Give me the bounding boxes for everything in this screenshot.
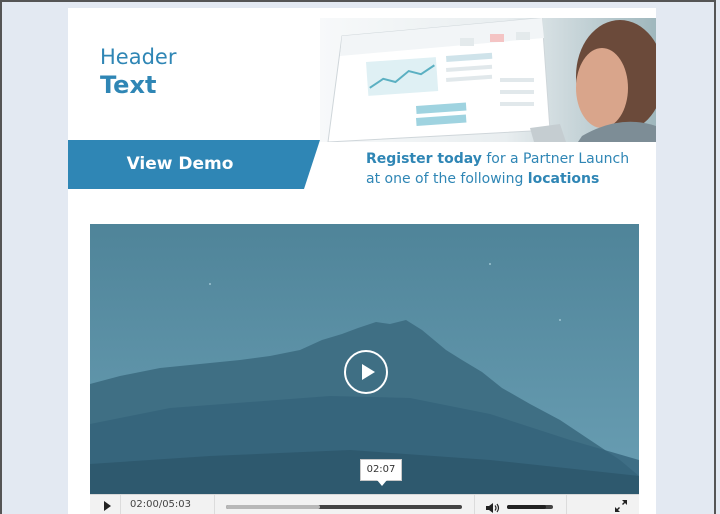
hero-image: [320, 18, 656, 142]
header-line-2: Text: [100, 71, 157, 99]
register-text: Register today for a Partner Launch at o…: [366, 149, 646, 189]
progress-slider[interactable]: [226, 505, 462, 509]
play-icon: [362, 364, 375, 380]
volume-icon[interactable]: [486, 499, 502, 513]
play-button[interactable]: [104, 501, 111, 511]
video-player[interactable]: [90, 224, 639, 494]
volume-fill: [507, 505, 547, 509]
register-bold-tail[interactable]: locations: [528, 171, 600, 187]
header-line-1: Header: [100, 45, 177, 69]
volume-slider[interactable]: [507, 505, 553, 509]
view-demo-button[interactable]: View Demo: [68, 140, 292, 189]
seek-tooltip: 02:07: [360, 459, 402, 486]
header-title: Header Text: [100, 44, 176, 100]
progress-fill: [226, 505, 321, 509]
play-overlay-button[interactable]: [344, 350, 388, 394]
video-controls-bar: 02:00/05:03: [90, 494, 639, 514]
email-card: Header Text View Demo Register today for…: [68, 8, 656, 514]
view-demo-band: View Demo: [68, 140, 328, 189]
time-display: 02:00/05:03: [130, 499, 192, 510]
register-bold-lead[interactable]: Register today: [366, 151, 482, 167]
fullscreen-icon[interactable]: [614, 498, 628, 512]
